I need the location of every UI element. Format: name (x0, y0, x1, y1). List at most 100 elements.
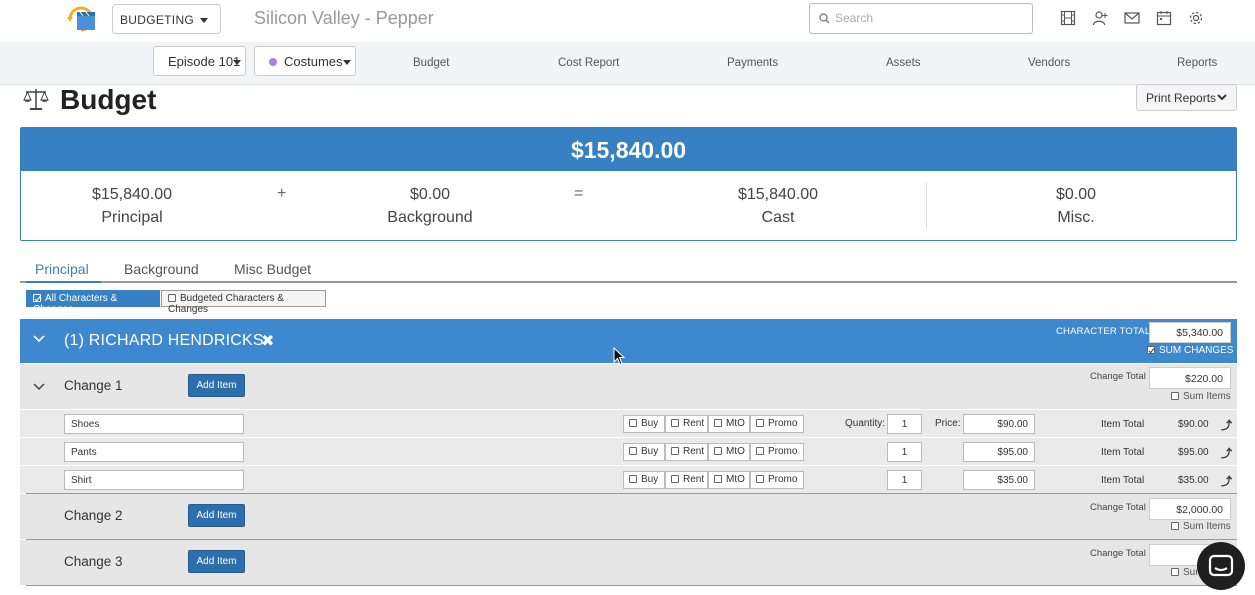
film-icon[interactable] (1060, 10, 1076, 26)
quantity-field[interactable]: 1 (887, 470, 922, 490)
department-color-dot (269, 58, 277, 66)
change-total-field[interactable]: $2,000.00 (1149, 498, 1231, 520)
equals-sign: = (574, 185, 584, 202)
promo-label: Promo (768, 474, 798, 485)
sum-items-checkbox[interactable]: Sum Items (1171, 521, 1231, 532)
mode-select-label: BUDGETING (120, 13, 195, 27)
filter-budgeted-characters[interactable]: Budgeted Characters & Changes (161, 290, 326, 315)
mto-checkbox[interactable]: MtO (708, 443, 750, 461)
checkbox-icon (168, 294, 176, 302)
search-input[interactable] (835, 11, 1025, 25)
buy-label: Buy (641, 446, 659, 457)
change-row: Change 2 Add Item Change Total $2,000.00… (20, 494, 1237, 539)
checkbox-icon (629, 447, 637, 455)
checkbox-icon (671, 447, 679, 455)
app-logo-icon[interactable] (65, 4, 97, 34)
checkbox-icon (1171, 522, 1179, 530)
misc-summary: $0.00 Misc. (976, 183, 1176, 229)
add-item-button[interactable]: Add Item (188, 374, 245, 397)
top-bar: BUDGETING Silicon Valley - Pepper (0, 0, 1255, 42)
item-total-label: Item Total (1101, 475, 1145, 486)
quantity-field[interactable]: 1 (887, 442, 922, 462)
change-total-field[interactable]: $220.00 (1149, 367, 1231, 389)
checkbox-icon (1171, 568, 1179, 576)
checkbox-icon (671, 475, 679, 483)
quantity-field[interactable]: 1 (887, 414, 922, 434)
tab-misc-budget[interactable]: Misc Budget (234, 261, 311, 277)
search-box[interactable] (809, 3, 1033, 34)
reorder-arrow-icon[interactable]: ⤴ (1221, 417, 1232, 433)
checkbox-icon (1171, 392, 1179, 400)
price-field[interactable]: $90.00 (963, 414, 1035, 434)
sum-changes-label: SUM CHANGES (1159, 345, 1234, 356)
nav-bar: Episode 101 Costumes Budget Cost Report … (0, 42, 1255, 85)
budget-tabs: Principal Background Misc Budget (20, 255, 1237, 283)
item-name-field[interactable]: Shirt (64, 470, 244, 490)
nav-link-vendors[interactable]: Vendors (1028, 57, 1070, 69)
nav-link-budget[interactable]: Budget (413, 57, 449, 69)
sum-changes-checkbox[interactable]: SUM CHANGES (1147, 345, 1233, 356)
mto-checkbox[interactable]: MtO (708, 471, 750, 489)
item-name-field[interactable]: Shoes (64, 414, 244, 434)
episode-select[interactable]: Episode 101 (153, 46, 246, 76)
collapse-chevron-icon[interactable] (32, 334, 46, 344)
calendar-icon[interactable] (1156, 10, 1172, 26)
chat-support-button[interactable] (1197, 542, 1245, 590)
buy-checkbox[interactable]: Buy (623, 443, 665, 461)
checkbox-checked-icon (1147, 346, 1155, 354)
misc-label: Misc. (1057, 209, 1095, 226)
search-icon (819, 13, 830, 24)
add-item-button[interactable]: Add Item (188, 504, 245, 527)
item-total-value: $95.00 (1178, 447, 1209, 458)
buy-label: Buy (641, 418, 659, 429)
filter-all-characters[interactable]: All Characters & Changes (26, 290, 160, 315)
nav-link-assets[interactable]: Assets (886, 57, 921, 69)
nav-link-cost-report[interactable]: Cost Report (558, 57, 619, 69)
promo-checkbox[interactable]: Promo (750, 471, 804, 489)
mode-select[interactable]: BUDGETING (112, 4, 221, 34)
checkbox-icon (714, 419, 722, 427)
budget-summary: $15,840.00 $15,840.00 Principal + $0.00 … (20, 127, 1237, 241)
active-tab-indicator (26, 281, 101, 283)
mail-icon[interactable] (1124, 10, 1140, 26)
rent-checkbox[interactable]: Rent (665, 415, 708, 433)
promo-checkbox[interactable]: Promo (750, 415, 804, 433)
price-field[interactable]: $95.00 (963, 442, 1035, 462)
add-user-icon[interactable] (1092, 10, 1108, 26)
chevron-down-icon (200, 18, 208, 23)
print-reports-button[interactable]: Print Reports (1136, 84, 1237, 111)
rent-label: Rent (683, 418, 705, 429)
mto-checkbox[interactable]: MtO (708, 415, 750, 433)
nav-link-reports[interactable]: Reports (1177, 57, 1217, 69)
buy-checkbox[interactable]: Buy (623, 471, 665, 489)
rent-checkbox[interactable]: Rent (665, 443, 708, 461)
price-field[interactable]: $35.00 (963, 470, 1035, 490)
rent-checkbox[interactable]: Rent (665, 471, 708, 489)
collapse-chevron-icon[interactable] (33, 382, 45, 391)
rent-label: Rent (683, 446, 705, 457)
principal-summary: $15,840.00 Principal (32, 183, 232, 229)
reorder-arrow-icon[interactable]: ⤴ (1221, 445, 1232, 461)
cast-value: $15,840.00 (737, 186, 819, 203)
department-select-label: Costumes (284, 54, 343, 69)
buy-checkbox[interactable]: Buy (623, 415, 665, 433)
add-item-button[interactable]: Add Item (188, 550, 245, 573)
reorder-arrow-icon[interactable]: ⤴ (1221, 473, 1232, 489)
item-name-field[interactable]: Pants (64, 442, 244, 462)
summary-divider (926, 182, 927, 228)
sum-items-checkbox[interactable]: Sum Items (1171, 391, 1231, 402)
tab-principal[interactable]: Principal (35, 261, 89, 277)
department-select[interactable]: Costumes (254, 46, 356, 76)
promo-label: Promo (768, 418, 798, 429)
nav-link-payments[interactable]: Payments (727, 57, 778, 69)
filter-all-label: All Characters & Changes (33, 293, 118, 315)
tab-background[interactable]: Background (124, 261, 199, 277)
remove-character-icon[interactable]: ✖ (261, 331, 274, 351)
checkbox-checked-icon (33, 294, 41, 302)
character-total-field[interactable]: $5,340.00 (1149, 322, 1231, 343)
page-title: Budget (60, 84, 157, 115)
cast-summary: $15,840.00 Cast (678, 183, 878, 229)
episode-select-label: Episode 101 (168, 54, 241, 69)
gear-icon[interactable] (1188, 10, 1204, 26)
promo-checkbox[interactable]: Promo (750, 443, 804, 461)
